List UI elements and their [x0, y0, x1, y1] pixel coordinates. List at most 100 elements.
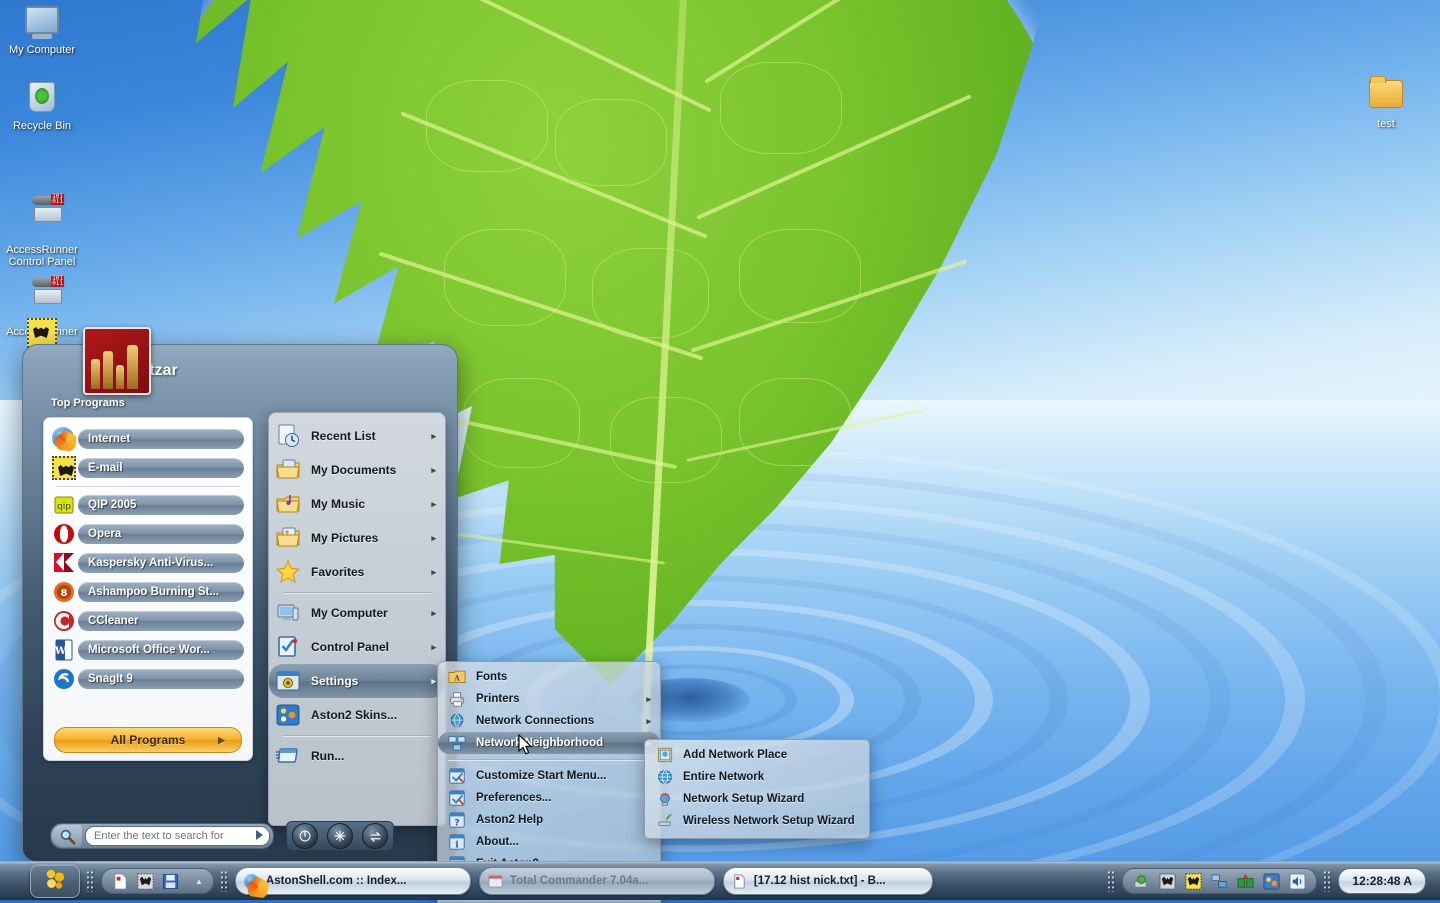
new-document-icon[interactable] — [112, 873, 129, 890]
menu-item-favorites[interactable]: Favorites ▸ — [269, 555, 445, 589]
search-input[interactable] — [85, 826, 270, 846]
all-programs-arrow-icon: ▶ — [218, 735, 225, 746]
menu-item-label: Settings — [311, 674, 358, 688]
chess-avatar[interactable] — [83, 327, 151, 395]
menu-item-control-panel[interactable]: Control Panel ▸ — [269, 630, 445, 664]
program-item-ccleaner[interactable]: CCleaner — [50, 607, 246, 635]
program-item-kaspersky[interactable]: Kaspersky Anti-Virus... — [50, 549, 246, 577]
menu-item-my-music[interactable]: My Music ▸ — [269, 487, 445, 521]
task-button-total-commander[interactable]: Total Commander 7.04a... — [479, 867, 715, 895]
svg-text:i: i — [455, 840, 459, 850]
chevron-right-icon: ▸ — [431, 533, 436, 544]
svg-text:qip: qip — [57, 502, 71, 512]
run-icon — [275, 743, 301, 769]
program-item-email[interactable]: E-mail — [50, 454, 246, 482]
shutdown-button[interactable] — [292, 823, 318, 849]
firefox-icon — [244, 874, 259, 889]
svg-text:?: ? — [454, 818, 459, 828]
program-label: Microsoft Office Wor... — [88, 644, 210, 656]
taskbar-grip[interactable] — [1323, 870, 1332, 892]
menu-item-label: My Computer — [311, 606, 388, 620]
menu-item-run[interactable]: Run... — [269, 739, 445, 773]
menu-item-aston2-skins[interactable]: Aston2 Skins... — [269, 698, 445, 732]
recycle-bin-icon — [0, 82, 84, 116]
menu-item-settings[interactable]: Settings ▸ — [269, 664, 445, 698]
settings-item-about[interactable]: i About... — [438, 831, 660, 853]
kaspersky-tray-icon[interactable] — [1237, 873, 1254, 890]
thebat-tray-icon[interactable] — [1159, 873, 1176, 890]
desktop-icon-label: test — [1344, 118, 1428, 130]
desktop-icon-my-computer[interactable]: My Computer — [0, 6, 84, 56]
task-button-notepad[interactable]: [17.12 hist nick.txt] - B... — [723, 867, 933, 895]
network-item-entire-network[interactable]: Entire Network — [645, 766, 869, 788]
preferences-icon — [448, 789, 466, 807]
svg-text:8: 8 — [61, 588, 68, 599]
thebat-icon — [52, 456, 76, 480]
network-setup-wizard-icon — [657, 791, 673, 807]
my-computer-icon — [275, 600, 301, 626]
menu-item-my-computer[interactable]: My Computer ▸ — [269, 596, 445, 630]
bat-tray-icon[interactable] — [1185, 873, 1202, 890]
settings-item-aston2-help[interactable]: ? Aston2 Help — [438, 809, 660, 831]
settings-item-customize-start-menu[interactable]: Customize Start Menu... — [438, 765, 660, 787]
network-tray-icon[interactable] — [1211, 873, 1228, 890]
accessrunner-dsl-icon: 101011 — [0, 264, 84, 298]
settings-item-network-neighborhood[interactable]: Network Neighborhood ▸ — [438, 732, 660, 754]
network-item-network-setup-wizard[interactable]: Network Setup Wizard — [645, 788, 869, 810]
quick-launch-bar: ▲ — [101, 868, 214, 894]
settings-separator — [448, 759, 650, 760]
volume-green-icon[interactable] — [1133, 873, 1150, 890]
menu-item-my-documents[interactable]: My Documents ▸ — [269, 453, 445, 487]
svg-text:A: A — [453, 674, 460, 683]
menu-item-label: Recent List — [311, 429, 376, 443]
menu-item-label: Favorites — [311, 565, 364, 579]
thebat-icon[interactable] — [137, 873, 154, 890]
play-arrow-icon[interactable] — [256, 830, 263, 840]
network-connections-icon — [448, 712, 466, 730]
logoff-button[interactable] — [362, 823, 388, 849]
program-item-internet[interactable]: Internet — [50, 425, 246, 453]
program-item-word[interactable]: W Microsoft Office Wor... — [50, 636, 246, 664]
add-network-place-icon — [657, 747, 673, 763]
settings-item-preferences[interactable]: Preferences... — [438, 787, 660, 809]
speaker-volume-icon[interactable] — [1289, 873, 1306, 890]
settings-item-label: Aston2 Help — [476, 814, 543, 826]
save-floppy-icon[interactable] — [162, 873, 179, 890]
settings-item-label: Network Neighborhood — [476, 737, 603, 749]
aston-skins-icon — [275, 702, 301, 728]
menu-item-recent-list[interactable]: Recent List ▸ — [269, 419, 445, 453]
network-item-add-network-place[interactable]: Add Network Place — [645, 744, 869, 766]
settings-item-label: About... — [476, 836, 519, 848]
settings-item-network-connections[interactable]: Network Connections ▸ — [438, 710, 660, 732]
menu-item-label: My Pictures — [311, 531, 378, 545]
folder-icon — [1344, 80, 1428, 114]
taskbar-grip[interactable] — [1107, 870, 1116, 892]
quick-launch-more-icon[interactable]: ▲ — [195, 877, 203, 886]
program-item-opera[interactable]: Opera — [50, 520, 246, 548]
desktop-icon-recycle-bin[interactable]: Recycle Bin — [0, 82, 84, 132]
program-label: Kaspersky Anti-Virus... — [88, 557, 213, 569]
taskbar-clock[interactable]: 12:28:48 A — [1338, 868, 1426, 894]
magnifier-icon[interactable] — [52, 825, 82, 847]
program-item-qip[interactable]: qip QIP 2005 — [50, 491, 246, 519]
all-programs-button[interactable]: All Programs ▶ — [54, 727, 242, 753]
program-item-ashampoo[interactable]: 8 Ashampoo Burning St... — [50, 578, 246, 606]
chevron-right-icon: ▸ — [646, 694, 651, 705]
snagit-tray-icon[interactable] — [1263, 873, 1280, 890]
settings-item-printers[interactable]: Printers ▸ — [438, 688, 660, 710]
aston-start-icon — [42, 866, 68, 897]
network-item-wireless-network-setup-wizard[interactable]: Wireless Network Setup Wizard — [645, 810, 869, 832]
start-button[interactable] — [30, 864, 80, 898]
desktop-icon-test[interactable]: test — [1344, 80, 1428, 130]
settings-item-fonts[interactable]: A Fonts — [438, 666, 660, 688]
restart-button[interactable] — [327, 823, 353, 849]
control-panel-icon — [275, 634, 301, 660]
total-commander-icon — [488, 874, 503, 889]
taskbar-grip[interactable] — [86, 870, 95, 892]
menu-item-my-pictures[interactable]: My Pictures ▸ — [269, 521, 445, 555]
program-label: QIP 2005 — [88, 499, 136, 511]
program-item-snagit[interactable]: SnagIt 9 — [50, 665, 246, 693]
task-button-firefox[interactable]: AstonShell.com :: Index... — [235, 867, 471, 895]
start-menu-search-bar[interactable] — [50, 823, 274, 849]
taskbar-grip[interactable] — [220, 870, 229, 892]
